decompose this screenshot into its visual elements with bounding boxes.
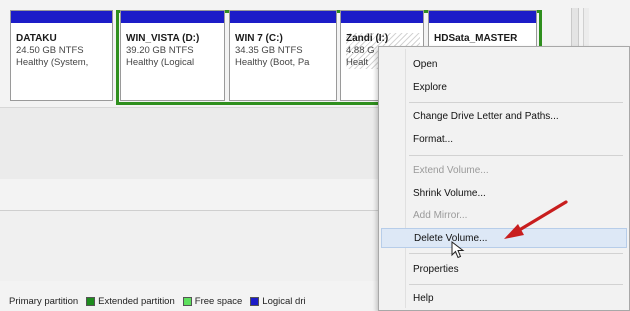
partition-legend: Primary partition Extended partition Fre… (9, 296, 312, 307)
menu-separator (409, 102, 623, 103)
menu-separator (409, 155, 623, 156)
menu-item-open[interactable]: Open (413, 59, 437, 70)
legend-item-extended: Extended partition (84, 296, 175, 307)
partition-header-bar (429, 11, 536, 23)
legend-swatch (250, 297, 260, 306)
partition-dataku[interactable]: DATAKU 24.50 GB NTFS Healthy (System, (10, 10, 113, 101)
partition-status: Healthy (System, (16, 57, 89, 68)
partition-status: Healthy (Logical (126, 57, 195, 68)
disk-management-view: DATAKU 24.50 GB NTFS Healthy (System, WI… (0, 0, 630, 311)
menu-item-add-mirror[interactable]: Add Mirror... (413, 210, 467, 221)
partition-header-bar (121, 11, 224, 23)
menu-icon-gutter (405, 49, 406, 308)
context-menu: Open Explore Change Drive Letter and Pat… (378, 46, 630, 311)
menu-item-format[interactable]: Format... (413, 134, 453, 145)
menu-separator (409, 253, 623, 254)
partition-size: 34.35 GB NTFS (235, 45, 303, 56)
partition-win-vista[interactable]: WIN_VISTA (D:) 39.20 GB NTFS Healthy (Lo… (120, 10, 225, 101)
partition-header-bar (11, 11, 112, 23)
partition-size: 39.20 GB NTFS (126, 45, 194, 56)
partition-win7[interactable]: WIN 7 (C:) 34.35 GB NTFS Healthy (Boot, … (229, 10, 337, 101)
legend-label: Logical dri (262, 296, 306, 307)
partition-status: Healthy (Boot, Pa (235, 57, 310, 68)
menu-item-explore[interactable]: Explore (413, 82, 447, 93)
menu-item-help[interactable]: Help (413, 293, 434, 304)
menu-separator (409, 284, 623, 285)
mouse-cursor-icon (451, 241, 465, 259)
partition-name: WIN 7 (C:) (235, 33, 283, 44)
legend-item-logical-drive: Logical dri (248, 296, 306, 307)
legend-item-free-space: Free space (181, 296, 243, 307)
menu-item-shrink-volume[interactable]: Shrink Volume... (413, 188, 486, 199)
legend-swatch (86, 297, 96, 306)
partition-name: Zandi (I:) (346, 33, 389, 44)
partition-name: HDSata_MASTER (434, 33, 518, 44)
partition-header-bar (341, 11, 423, 23)
legend-swatch (182, 297, 192, 306)
partition-name: WIN_VISTA (D:) (126, 33, 200, 44)
partition-header-bar (230, 11, 336, 23)
partition-size: 24.50 GB NTFS (16, 45, 84, 56)
legend-item-primary: Primary partition (9, 296, 78, 307)
annotation-arrow-icon (504, 200, 568, 239)
menu-item-extend-volume[interactable]: Extend Volume... (413, 165, 489, 176)
legend-label: Extended partition (98, 296, 175, 307)
menu-item-change-drive-letter[interactable]: Change Drive Letter and Paths... (413, 111, 559, 122)
legend-label: Primary partition (9, 296, 79, 307)
menu-item-properties[interactable]: Properties (413, 264, 459, 275)
partition-name: DATAKU (16, 33, 57, 44)
legend-label: Free space (194, 296, 243, 307)
